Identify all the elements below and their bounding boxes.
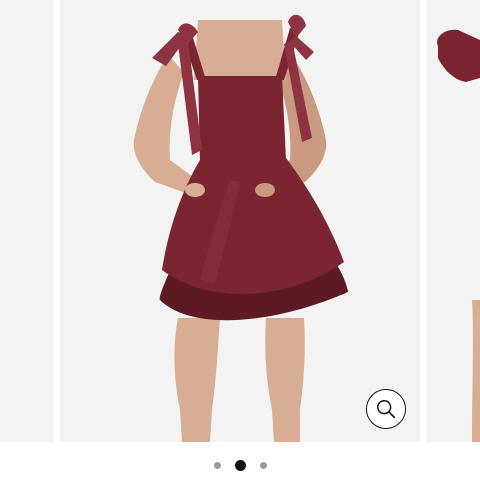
carousel-slide-current[interactable]: [60, 0, 420, 442]
carousel-slide-next[interactable]: [426, 0, 480, 442]
model-left-leg: [174, 318, 220, 442]
pagination-dot-3[interactable]: [259, 461, 267, 469]
model-right-hand: [255, 183, 275, 197]
next-product-photo-crop: [437, 29, 480, 442]
next-slide-bow: [437, 29, 480, 82]
pagination-dot-1[interactable]: [213, 461, 221, 469]
pagination-dot-2[interactable]: [234, 459, 246, 471]
model-left-hand: [185, 183, 205, 197]
carousel-pagination: [0, 455, 480, 475]
carousel-slide-previous[interactable]: [0, 0, 54, 442]
next-slide-arm-edge: [472, 300, 480, 442]
model-chest: [194, 20, 286, 80]
zoom-button[interactable]: [366, 389, 406, 429]
model-right-leg: [265, 318, 305, 442]
magnifier-icon: [377, 400, 396, 419]
dress-bodice: [198, 76, 286, 162]
product-image-carousel[interactable]: [0, 0, 480, 442]
product-photo: [133, 14, 348, 442]
